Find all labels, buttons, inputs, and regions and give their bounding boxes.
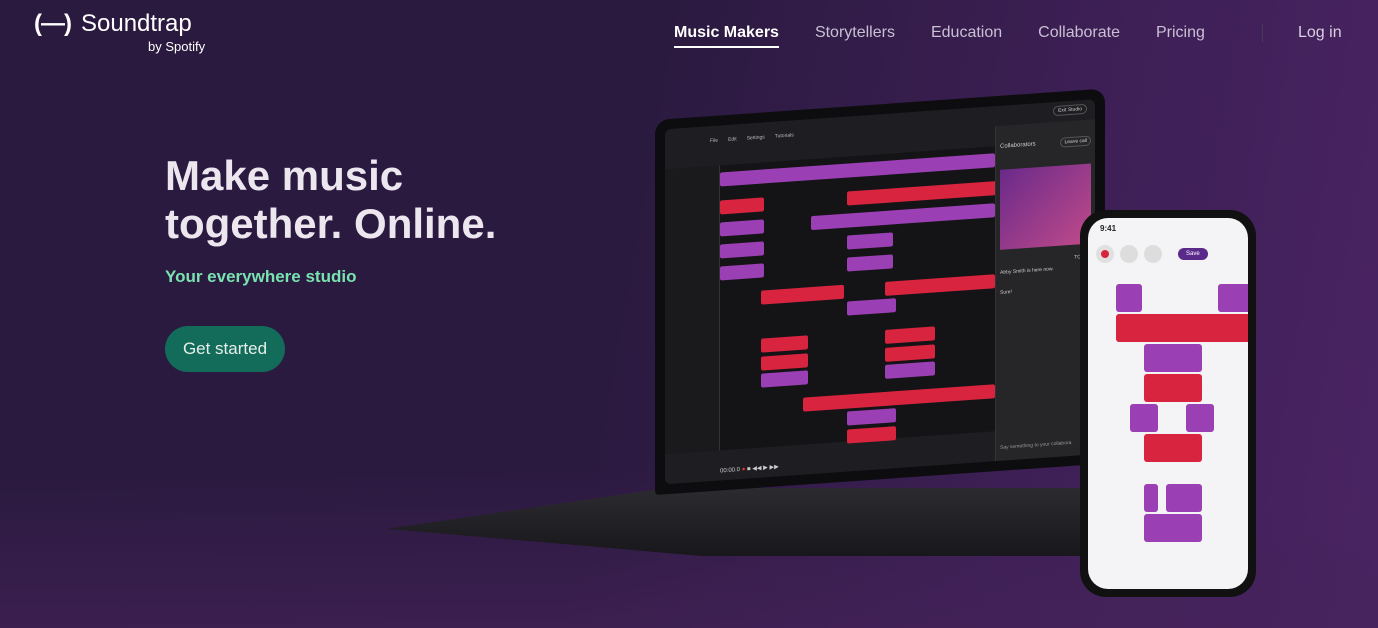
audio-clip bbox=[885, 361, 935, 380]
audio-clip bbox=[885, 273, 995, 296]
login-link[interactable]: Log in bbox=[1298, 24, 1342, 42]
audio-clip bbox=[802, 383, 995, 412]
hero-tagline: Your everywhere studio bbox=[165, 267, 357, 286]
audio-clip bbox=[846, 232, 894, 250]
collab-video bbox=[1000, 163, 1091, 250]
nav-divider bbox=[1262, 24, 1263, 42]
audio-clip bbox=[761, 352, 808, 371]
phone-audio-clip bbox=[1218, 284, 1248, 312]
soundtrap-logo-icon: (—) bbox=[34, 10, 72, 37]
brand-name: Soundtrap bbox=[80, 10, 192, 37]
track-area bbox=[720, 146, 998, 451]
menu-edit: Edit bbox=[728, 136, 737, 143]
menu-file: File bbox=[710, 137, 719, 145]
phone-audio-clip bbox=[1144, 434, 1202, 462]
nav-storytellers[interactable]: Storytellers bbox=[815, 24, 895, 48]
audio-clip bbox=[810, 203, 995, 231]
audio-clip bbox=[846, 254, 894, 272]
nav-music-makers[interactable]: Music Makers bbox=[674, 24, 779, 48]
audio-clip bbox=[720, 197, 764, 215]
audio-clip bbox=[761, 370, 808, 388]
phone-stop-icon bbox=[1120, 245, 1138, 263]
phone-record-icon bbox=[1096, 245, 1114, 263]
audio-clip bbox=[720, 263, 764, 281]
nav-education[interactable]: Education bbox=[931, 24, 1002, 48]
audio-clip bbox=[846, 408, 896, 426]
audio-clip bbox=[761, 284, 844, 305]
phone-audio-clip bbox=[1144, 514, 1202, 542]
phone-audio-clip bbox=[1144, 374, 1202, 402]
chat-message: Abby Smith is here now. bbox=[1000, 266, 1054, 276]
menu-tutorials: Tutorials bbox=[774, 132, 794, 140]
studio-screen: File Edit Settings Tutorials Collaborato… bbox=[665, 99, 1095, 485]
main-nav: Music Makers Storytellers Education Coll… bbox=[674, 24, 1205, 48]
phone-audio-clip bbox=[1116, 314, 1248, 342]
chat-reply: Sure! bbox=[1000, 289, 1012, 296]
phone-mockup: 9:41 Save bbox=[1080, 210, 1256, 597]
laptop-mockup: File Edit Settings Tutorials Collaborato… bbox=[655, 88, 1105, 496]
phone-time: 9:41 bbox=[1100, 224, 1117, 233]
audio-clip bbox=[720, 152, 995, 187]
leave-call-button: Leave call bbox=[1060, 135, 1091, 148]
audio-clip bbox=[720, 219, 764, 237]
nav-pricing[interactable]: Pricing bbox=[1156, 24, 1205, 48]
audio-clip bbox=[846, 298, 896, 316]
phone-play-icon bbox=[1144, 245, 1162, 263]
audio-clip bbox=[761, 335, 808, 353]
phone-audio-clip bbox=[1116, 284, 1142, 312]
phone-audio-clip bbox=[1144, 484, 1158, 512]
phone-audio-clip bbox=[1166, 484, 1202, 512]
track-headers bbox=[665, 165, 720, 455]
record-icon: ● bbox=[741, 466, 746, 473]
audio-clip bbox=[846, 181, 998, 206]
phone-audio-clip bbox=[1144, 344, 1202, 372]
audio-clip bbox=[885, 344, 935, 362]
phone-audio-clip bbox=[1186, 404, 1214, 432]
nav-collaborate[interactable]: Collaborate bbox=[1038, 24, 1120, 48]
get-started-button[interactable]: Get started bbox=[165, 326, 285, 372]
audio-clip bbox=[846, 425, 896, 444]
brand-sub: by Spotify bbox=[148, 39, 206, 54]
phone-save-button: Save bbox=[1178, 248, 1208, 260]
transport-bar: 00:00.0 ● ■ ◀◀ ▶ ▶▶ bbox=[720, 464, 779, 475]
phone-audio-clip bbox=[1130, 404, 1158, 432]
hero-title: Make music together. Online. bbox=[165, 152, 497, 247]
audio-clip bbox=[885, 326, 935, 344]
audio-clip bbox=[720, 241, 764, 259]
phone-screen: 9:41 Save bbox=[1088, 218, 1248, 589]
time-display: 00:00.0 bbox=[720, 467, 741, 475]
menu-settings: Settings bbox=[746, 134, 765, 142]
logo[interactable]: (—) Soundtrap bbox=[34, 10, 192, 38]
exit-studio-button: Exit Studio bbox=[1053, 103, 1087, 117]
chat-input: Say something to your collabora bbox=[1000, 439, 1072, 451]
studio-menu: File Edit Settings Tutorials bbox=[710, 132, 794, 144]
